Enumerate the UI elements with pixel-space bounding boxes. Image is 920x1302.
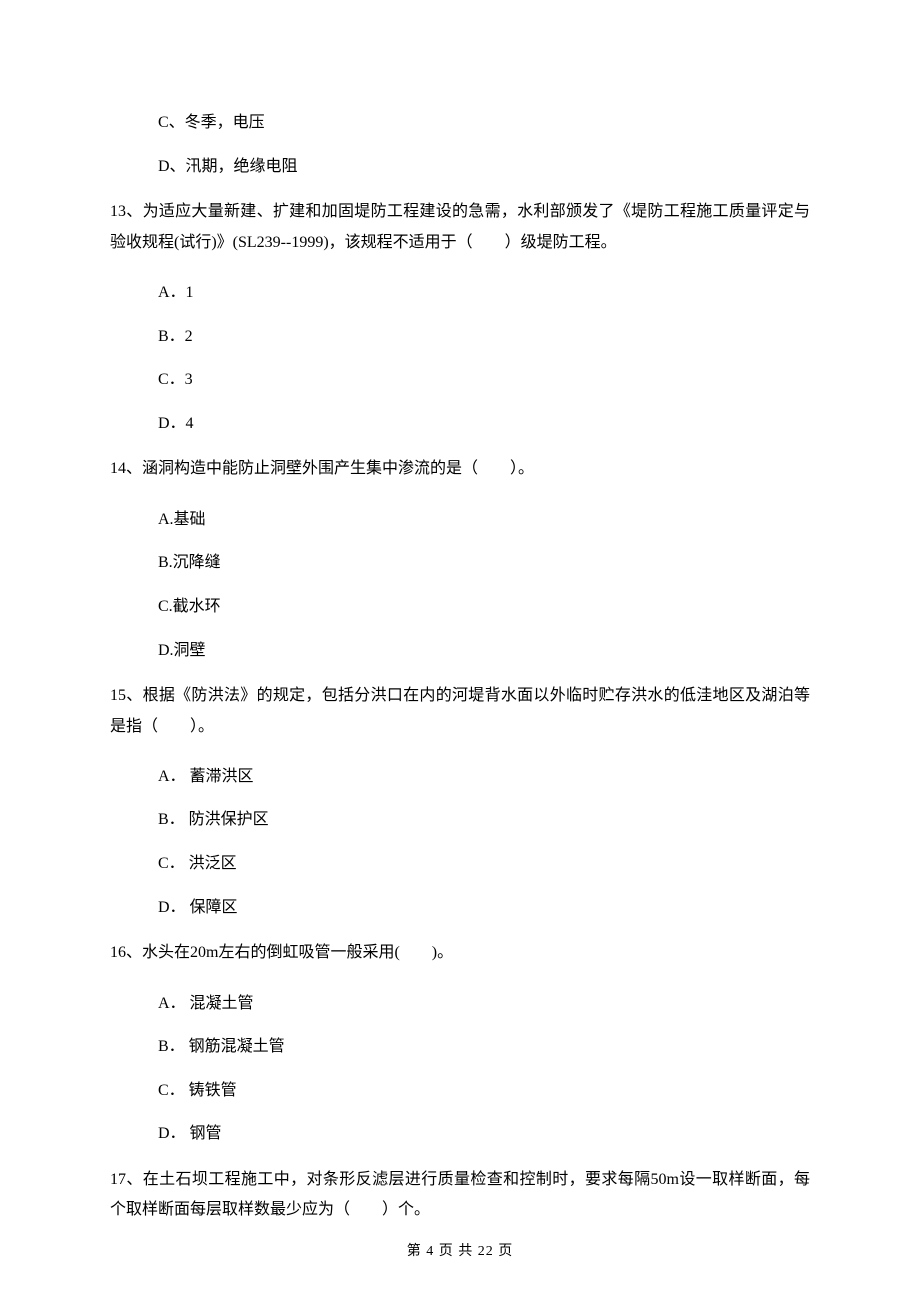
question-15: 15、根据《防洪法》的规定，包括分洪口在内的河堤背水面以外临时贮存洪水的低洼地区… bbox=[110, 681, 810, 742]
q13-option-b: B．2 bbox=[110, 324, 810, 350]
q14-option-a: A.基础 bbox=[110, 507, 810, 533]
question-17: 17、在土石坝工程施工中，对条形反滤层进行质量检查和控制时，要求每隔50m设一取… bbox=[110, 1165, 810, 1226]
q15-option-a: A． 蓄滞洪区 bbox=[110, 764, 810, 790]
page-footer: 第 4 页 共 22 页 bbox=[0, 1240, 920, 1260]
q14-option-b: B.沉降缝 bbox=[110, 550, 810, 576]
q14-option-c: C.截水环 bbox=[110, 594, 810, 620]
page-content: C、冬季，电压 D、汛期，绝缘电阻 13、为适应大量新建、扩建和加固堤防工程建设… bbox=[0, 0, 920, 1226]
q13-option-c: C．3 bbox=[110, 367, 810, 393]
q13-option-d: D．4 bbox=[110, 411, 810, 437]
q16-option-c: C． 铸铁管 bbox=[110, 1078, 810, 1104]
option-d: D、汛期，绝缘电阻 bbox=[110, 154, 810, 180]
q16-option-a: A． 混凝土管 bbox=[110, 991, 810, 1017]
q16-option-d: D． 钢管 bbox=[110, 1121, 810, 1147]
question-16: 16、水头在20m左右的倒虹吸管一般采用( )。 bbox=[110, 938, 810, 968]
q15-option-c: C． 洪泛区 bbox=[110, 851, 810, 877]
q13-option-a: A．1 bbox=[110, 280, 810, 306]
q14-option-d: D.洞壁 bbox=[110, 638, 810, 664]
question-13: 13、为适应大量新建、扩建和加固堤防工程建设的急需，水利部颁发了《堤防工程施工质… bbox=[110, 197, 810, 258]
option-c: C、冬季，电压 bbox=[110, 110, 810, 136]
q15-option-d: D． 保障区 bbox=[110, 895, 810, 921]
q16-option-b: B． 钢筋混凝土管 bbox=[110, 1034, 810, 1060]
question-14: 14、涵洞构造中能防止洞壁外围产生集中渗流的是（ ）。 bbox=[110, 454, 810, 484]
q15-option-b: B． 防洪保护区 bbox=[110, 807, 810, 833]
